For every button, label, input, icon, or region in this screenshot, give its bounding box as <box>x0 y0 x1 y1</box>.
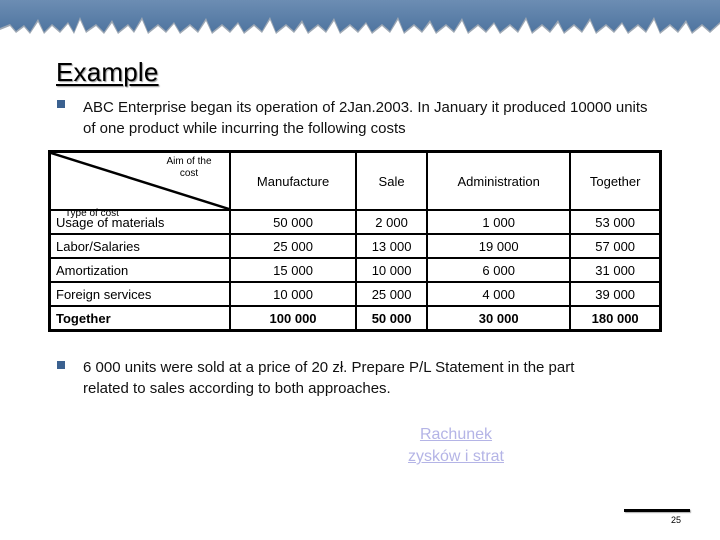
cell-value: 15 000 <box>228 257 358 283</box>
row-label: Foreign services <box>48 281 231 307</box>
cell-value: 25 000 <box>355 281 429 307</box>
column-header: Together <box>569 150 662 211</box>
cell-value: 10 000 <box>355 257 429 283</box>
table-row: Usage of materials 50 000 2 000 1 000 53… <box>48 209 662 235</box>
bullet-icon <box>57 361 65 369</box>
column-header: Administration <box>426 150 572 211</box>
cell-value: 6 000 <box>426 257 572 283</box>
table-header-row: Aim of the cost Type of cost Manufacture… <box>48 150 662 219</box>
cell-value: 19 000 <box>426 233 572 259</box>
bullet-icon <box>57 100 65 108</box>
row-label: Amortization <box>48 257 231 283</box>
row-label: Together <box>48 305 231 332</box>
table-row: Foreign services 10 000 25 000 4 000 39 … <box>48 281 662 307</box>
footer-divider <box>624 509 690 512</box>
cell-value: 50 000 <box>355 305 429 332</box>
cell-value: 10 000 <box>228 281 358 307</box>
cell-value: 4 000 <box>426 281 572 307</box>
page-number: 25 <box>671 515 682 525</box>
header-banner <box>0 0 720 34</box>
cell-value: 180 000 <box>569 305 662 332</box>
row-label: Labor/Salaries <box>48 233 231 259</box>
cell-value: 50 000 <box>228 209 358 235</box>
intro-paragraph: ABC Enterprise began its operation of 2J… <box>83 99 648 137</box>
cell-value: 57 000 <box>569 233 662 259</box>
table-row: Labor/Salaries 25 000 13 000 19 000 57 0… <box>48 233 662 259</box>
aim-of-cost-label: Aim of the cost <box>166 156 212 179</box>
cell-value: 2 000 <box>355 209 429 235</box>
cell-value: 31 000 <box>569 257 662 283</box>
cost-table: Aim of the cost Type of cost Manufacture… <box>48 150 662 332</box>
cell-value: 53 000 <box>569 209 662 235</box>
column-header: Manufacture <box>228 150 358 211</box>
pl-statement-link[interactable]: Rachunek zysków i strat <box>398 424 514 468</box>
cell-value: 13 000 <box>355 233 429 259</box>
cell-value: 30 000 <box>426 305 572 332</box>
cell-value: 39 000 <box>569 281 662 307</box>
slide-title: Example <box>56 57 159 87</box>
type-of-cost-label: Type of cost <box>65 208 119 219</box>
table-total-row: Together 100 000 50 000 30 000 180 000 <box>48 305 662 332</box>
column-header: Sale <box>355 150 429 211</box>
cell-value: 25 000 <box>228 233 358 259</box>
cell-value: 100 000 <box>228 305 358 332</box>
table-row: Amortization 15 000 10 000 6 000 31 000 <box>48 257 662 283</box>
task-paragraph: 6 000 units were sold at a price of 20 z… <box>83 359 575 397</box>
cell-value: 1 000 <box>426 209 572 235</box>
corner-header-cell: Aim of the cost Type of cost <box>48 150 231 219</box>
